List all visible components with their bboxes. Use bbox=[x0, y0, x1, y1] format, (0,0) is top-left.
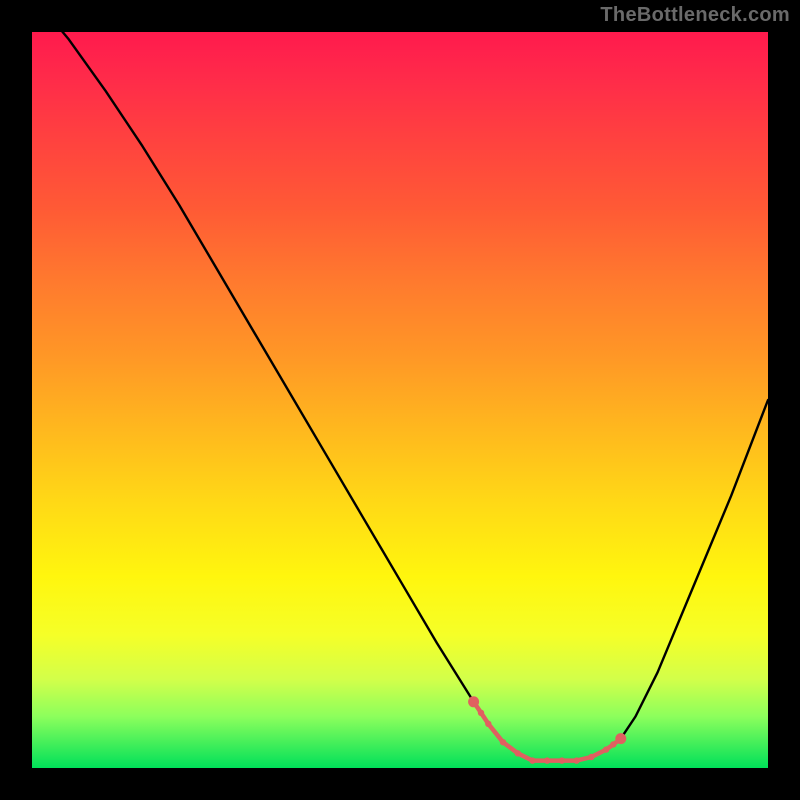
watermark-label: TheBottleneck.com bbox=[600, 4, 790, 27]
ideal-zone-marker bbox=[478, 710, 484, 716]
ideal-zone-markers bbox=[468, 696, 626, 764]
ideal-zone-marker bbox=[615, 733, 626, 744]
ideal-zone-segment bbox=[488, 724, 503, 742]
ideal-zone-marker bbox=[529, 757, 535, 763]
ideal-zone-marker bbox=[573, 757, 579, 763]
bottleneck-curve bbox=[32, 0, 768, 761]
ideal-zone-marker bbox=[500, 739, 506, 745]
curve-layer bbox=[32, 32, 768, 768]
ideal-zone-marker bbox=[588, 754, 594, 760]
ideal-zone-marker bbox=[468, 696, 479, 707]
ideal-zone-marker bbox=[515, 750, 521, 756]
ideal-zone-marker bbox=[610, 741, 616, 747]
ideal-zone-marker bbox=[485, 721, 491, 727]
chart-container: TheBottleneck.com bbox=[0, 0, 800, 800]
ideal-zone-marker bbox=[559, 757, 565, 763]
ideal-zone-marker bbox=[603, 746, 609, 752]
ideal-zone-marker bbox=[544, 757, 550, 763]
plot-area bbox=[32, 32, 768, 768]
